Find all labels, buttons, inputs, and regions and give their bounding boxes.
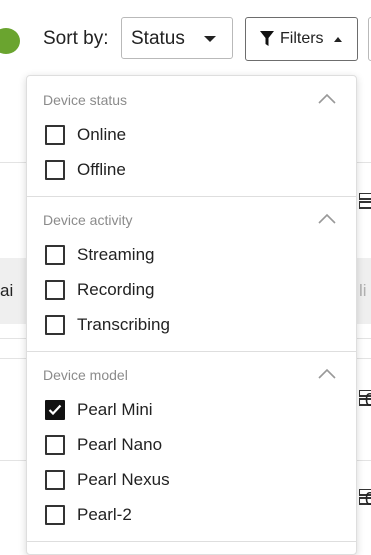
section-title: Device status — [43, 92, 128, 108]
filter-option-online[interactable]: Online — [43, 123, 323, 147]
filters-button[interactable]: Filters — [245, 17, 358, 61]
partial-value: 0 — [365, 489, 371, 509]
checkbox[interactable] — [45, 435, 65, 455]
chevron-up-icon[interactable] — [318, 368, 336, 379]
checkbox[interactable] — [45, 125, 65, 145]
sort-by-label: Sort by: — [43, 28, 109, 49]
grid-icon — [359, 193, 371, 209]
partial-column-header-right: li — [359, 281, 367, 300]
checkbox[interactable] — [45, 315, 65, 335]
section-title: Device model — [43, 367, 128, 383]
checkbox-checked[interactable] — [45, 400, 65, 420]
filter-option-offline[interactable]: Offline — [43, 158, 323, 182]
filter-section-device-model: Device model Pearl Mini Pearl Nano Pearl… — [27, 351, 356, 541]
option-label: Pearl Nano — [77, 435, 163, 454]
partial-value: 0 — [365, 390, 371, 410]
status-indicator-dot — [0, 28, 20, 54]
option-label: Offline — [77, 160, 126, 179]
option-label: Transcribing — [77, 315, 170, 334]
filter-option-transcribing[interactable]: Transcribing — [43, 313, 323, 337]
option-label: Pearl Mini — [77, 400, 153, 419]
sort-select[interactable]: Status — [121, 17, 233, 59]
filter-option-recording[interactable]: Recording — [43, 278, 323, 302]
checkmark-icon — [48, 404, 62, 416]
filter-option-pearl-nexus[interactable]: Pearl Nexus — [43, 468, 323, 492]
filter-option-pearl-nano[interactable]: Pearl Nano — [43, 433, 323, 457]
chevron-up-icon[interactable] — [318, 93, 336, 104]
checkbox[interactable] — [45, 505, 65, 525]
partial-column-header: ai — [0, 281, 14, 300]
chevron-up-icon[interactable] — [318, 213, 336, 224]
section-divider — [27, 541, 356, 542]
option-label: Pearl Nexus — [77, 470, 170, 489]
section-title: Device activity — [43, 212, 133, 228]
sort-select-value: Status — [131, 28, 185, 49]
caret-down-icon — [204, 36, 216, 42]
filters-dropdown: Device status Online Offline Device acti… — [26, 75, 357, 555]
option-label: Streaming — [77, 245, 155, 264]
caret-up-icon — [334, 37, 342, 42]
filter-option-pearl-mini[interactable]: Pearl Mini — [43, 398, 323, 422]
option-label: Online — [77, 125, 127, 144]
filter-icon — [260, 31, 274, 46]
filter-section-device-activity: Device activity Streaming Recording Tran… — [27, 196, 356, 351]
option-label: Recording — [77, 280, 155, 299]
filter-section-device-status: Device status Online Offline — [27, 76, 356, 196]
checkbox[interactable] — [45, 245, 65, 265]
filters-button-label: Filters — [280, 30, 324, 47]
filter-option-streaming[interactable]: Streaming — [43, 243, 323, 267]
checkbox[interactable] — [45, 280, 65, 300]
filter-option-pearl-2[interactable]: Pearl-2 — [43, 503, 323, 527]
checkbox[interactable] — [45, 160, 65, 180]
checkbox[interactable] — [45, 470, 65, 490]
option-label: Pearl-2 — [77, 505, 132, 524]
